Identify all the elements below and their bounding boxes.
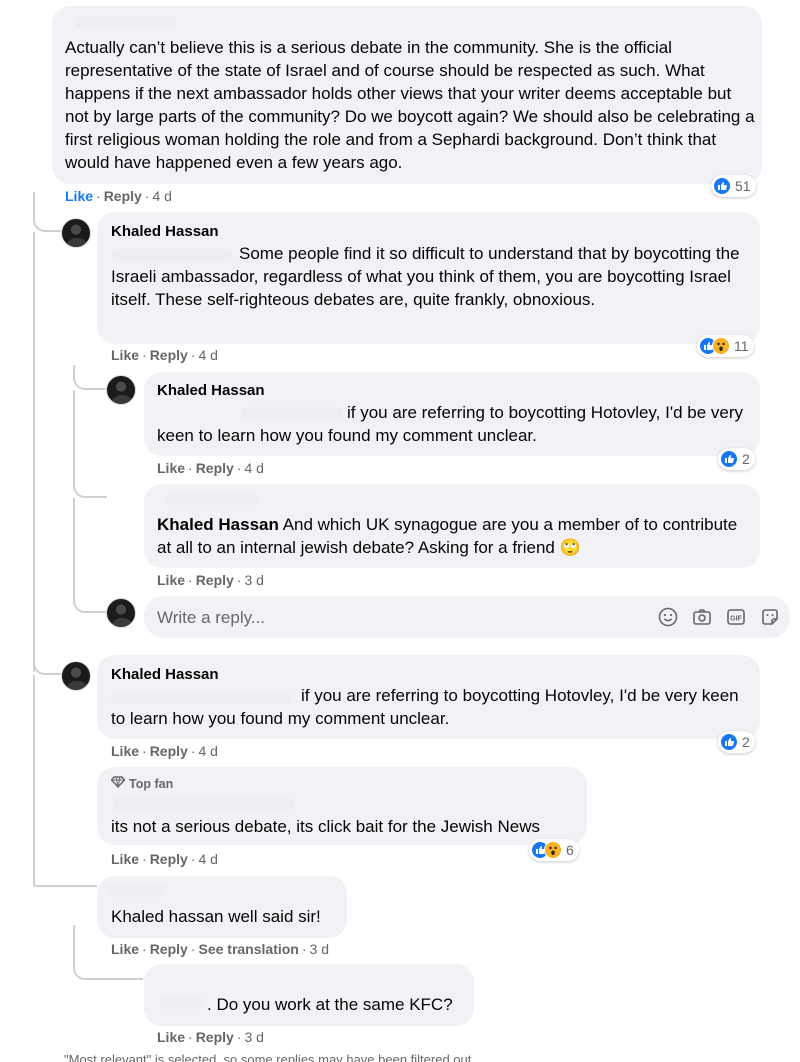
comment-text: if you are referring to boycotting Hotov… <box>157 403 744 445</box>
reply-placeholder: Write a reply... <box>157 608 266 627</box>
comment-actions: Like · Reply · 4 d <box>157 460 264 476</box>
svg-text:GIF: GIF <box>730 616 742 623</box>
reply-button[interactable]: Reply <box>196 460 234 476</box>
avatar[interactable] <box>106 375 136 405</box>
comment-text: Actually can’t believe this is a serious… <box>65 38 755 172</box>
comment-actions: Like · Reply · 3 d <box>157 1029 264 1045</box>
thread-line <box>33 192 63 232</box>
see-translation-link[interactable]: See translation <box>198 941 298 957</box>
wow-reaction-icon <box>544 841 562 859</box>
comment-bubble: . Do you work at the same KFC? <box>144 964 474 1026</box>
reaction-count: 2 <box>742 734 750 750</box>
wow-reaction-icon <box>712 337 730 355</box>
comment-actions: Like · Reply · 4 d <box>65 188 172 204</box>
thread-line <box>33 675 97 785</box>
reply-button[interactable]: Reply <box>150 941 188 957</box>
thread-line <box>33 785 35 885</box>
author-name[interactable]: Khaled Hassan <box>157 382 265 399</box>
comment-text: Khaled Hassan And which UK synagogue are… <box>157 515 738 557</box>
gif-icon[interactable]: GIF <box>725 606 747 628</box>
timestamp[interactable]: 3 d <box>244 572 263 588</box>
timestamp[interactable]: 3 d <box>244 1029 263 1045</box>
comment-bubble: Khaled Hassan if you are referring to bo… <box>144 372 760 456</box>
reaction-summary[interactable]: 2 <box>718 731 755 753</box>
thread-line <box>33 885 97 887</box>
author-name-redacted <box>166 493 258 505</box>
comment-bubble: Khaled Hassan if you are referring to bo… <box>97 655 760 739</box>
comment-bubble: Actually can’t believe this is a serious… <box>52 6 762 184</box>
reaction-summary[interactable]: 2 <box>718 448 755 470</box>
like-button[interactable]: Like <box>111 347 139 363</box>
smiley-icon[interactable] <box>657 606 679 628</box>
comment-actions: Like · Reply · 4 d <box>111 851 218 867</box>
reaction-summary[interactable]: 6 <box>529 839 579 861</box>
sticker-icon[interactable] <box>759 606 781 628</box>
comment-bubble: Top fan its not a serious debate, its cl… <box>97 767 587 845</box>
reply-button[interactable]: Reply <box>196 1029 234 1045</box>
reaction-count: 11 <box>734 338 749 354</box>
like-button[interactable]: Like <box>157 460 185 476</box>
thread-line <box>33 232 35 672</box>
like-button[interactable]: Like <box>65 188 93 204</box>
comment-actions: Like · Reply · 4 d <box>111 743 218 759</box>
thread-line <box>73 498 107 613</box>
reply-button[interactable]: Reply <box>196 572 234 588</box>
like-button[interactable]: Like <box>111 743 139 759</box>
like-button[interactable]: Like <box>111 941 139 957</box>
filter-note: "Most relevant" is selected, so some rep… <box>64 1052 475 1062</box>
reply-button[interactable]: Reply <box>150 347 188 363</box>
like-button[interactable]: Like <box>111 851 139 867</box>
reaction-count: 51 <box>735 178 751 194</box>
timestamp[interactable]: 4 d <box>244 460 263 476</box>
reaction-summary[interactable]: 51 <box>711 175 756 197</box>
timestamp[interactable]: 4 d <box>152 188 171 204</box>
comment-text: if you are referring to boycotting Hotov… <box>111 686 739 728</box>
comment-text: its not a serious debate, its click bait… <box>111 817 540 836</box>
camera-icon[interactable] <box>691 606 713 628</box>
reaction-count: 6 <box>566 842 574 858</box>
reaction-summary[interactable]: 11 <box>697 335 754 357</box>
comment-text: Khaled hassan well said sir! <box>111 907 321 926</box>
comment-actions: Like · Reply · 4 d <box>111 347 218 363</box>
comment-bubble: Khaled Hassan And which UK synagogue are… <box>144 484 760 568</box>
comment-actions: Like · Reply · See translation · 3 d <box>111 941 329 957</box>
rolling-eyes-emoji: 🙄 <box>559 538 581 557</box>
author-name-redacted <box>107 885 165 897</box>
comment-bubble: Khaled hassan well said sir! <box>97 876 347 938</box>
diamond-icon <box>110 776 126 791</box>
reply-button[interactable]: Reply <box>104 188 142 204</box>
comment-bubble: Khaled Hassan Some people find it so dif… <box>97 212 760 344</box>
reaction-count: 2 <box>742 451 750 467</box>
like-reaction-icon <box>713 177 731 195</box>
author-name-redacted <box>76 16 176 28</box>
thread-line <box>73 365 107 390</box>
author-name[interactable]: Khaled Hassan <box>157 515 279 534</box>
reply-button[interactable]: Reply <box>150 851 188 867</box>
avatar <box>106 598 136 628</box>
like-reaction-icon <box>720 450 738 468</box>
comment-text: . Do you work at the same KFC? <box>207 995 453 1014</box>
author-name[interactable]: Khaled Hassan <box>111 666 219 683</box>
author-name-redacted <box>113 798 293 810</box>
thread-line <box>33 640 63 675</box>
avatar[interactable] <box>61 218 91 248</box>
timestamp[interactable]: 3 d <box>310 941 329 957</box>
timestamp[interactable]: 4 d <box>198 851 217 867</box>
reply-button[interactable]: Reply <box>150 743 188 759</box>
timestamp[interactable]: 4 d <box>198 743 217 759</box>
like-button[interactable]: Like <box>157 1029 185 1045</box>
thread-line <box>73 390 107 498</box>
comment-actions: Like · Reply · 3 d <box>157 572 264 588</box>
like-button[interactable]: Like <box>157 572 185 588</box>
avatar[interactable] <box>61 661 91 691</box>
timestamp[interactable]: 4 d <box>198 347 217 363</box>
reply-input[interactable]: Write a reply... GIF <box>144 596 790 638</box>
like-reaction-icon <box>720 733 738 751</box>
author-name[interactable]: Khaled Hassan <box>111 223 219 240</box>
comment-text: Some people find it so difficult to unde… <box>111 244 740 309</box>
top-fan-badge: Top fan <box>110 776 173 791</box>
